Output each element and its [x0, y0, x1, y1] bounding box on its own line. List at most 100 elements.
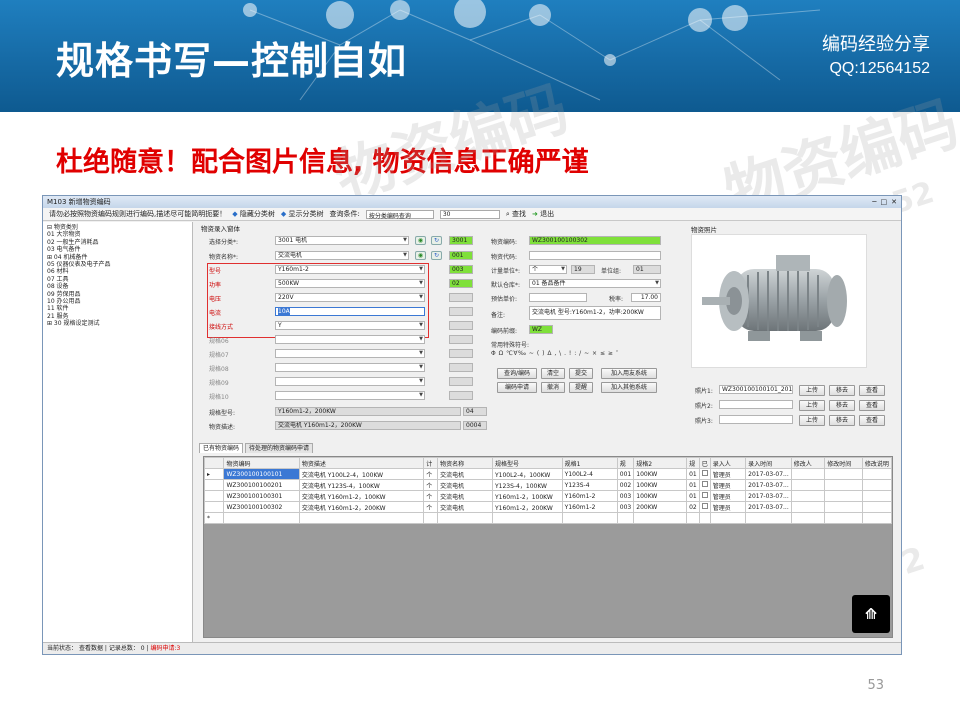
- table-cell[interactable]: 交流电机 Y160m1-2，100KW: [298, 490, 425, 502]
- column-header[interactable]: 规格型号: [491, 457, 563, 469]
- upload-button[interactable]: 上传: [799, 415, 825, 426]
- table-cell[interactable]: [223, 512, 300, 524]
- remove-button[interactable]: 移去: [829, 400, 855, 411]
- show-tree-button[interactable]: ◆ 显示分类树: [281, 209, 324, 219]
- table-cell[interactable]: [824, 490, 863, 502]
- tree-node[interactable]: 08 设备: [47, 283, 188, 290]
- column-header[interactable]: 规: [616, 457, 635, 469]
- table-cell[interactable]: 交流电机: [437, 468, 493, 480]
- table-cell[interactable]: 100KW: [633, 479, 688, 491]
- row-checkbox[interactable]: [698, 490, 711, 502]
- table-cell[interactable]: 管理员: [709, 468, 747, 480]
- column-header[interactable]: 规格2: [633, 457, 688, 469]
- minimize-icon[interactable]: ─: [872, 198, 876, 206]
- table-cell[interactable]: [423, 512, 439, 524]
- maximize-icon[interactable]: □: [881, 198, 888, 206]
- view-button[interactable]: 查看: [859, 415, 885, 426]
- spec-select[interactable]: 220V ▼: [275, 293, 425, 302]
- table-cell[interactable]: 100KW: [633, 490, 688, 502]
- table-cell[interactable]: [861, 512, 892, 524]
- material-name-select[interactable]: 交流电机 ▼: [275, 251, 409, 260]
- column-header[interactable]: 修改说明: [861, 457, 892, 469]
- column-header[interactable]: 规: [686, 457, 700, 469]
- tree-node[interactable]: 06 材料: [47, 268, 188, 275]
- table-cell[interactable]: [790, 512, 826, 524]
- table-cell[interactable]: Y160m1-2: [561, 490, 618, 502]
- row-checkbox[interactable]: [698, 468, 711, 480]
- tree-node[interactable]: 11 软件: [47, 305, 188, 312]
- spec-select[interactable]: 500KW ▼: [275, 279, 425, 288]
- table-cell[interactable]: [790, 479, 826, 491]
- new-row[interactable]: *: [204, 512, 892, 524]
- undo-button[interactable]: 撤消: [541, 382, 565, 393]
- table-cell[interactable]: WZ300100100101: [223, 468, 300, 480]
- row-checkbox[interactable]: [698, 479, 711, 491]
- table-cell[interactable]: [745, 512, 792, 524]
- table-cell[interactable]: 管理员: [709, 490, 747, 502]
- search-icon[interactable]: ◉: [415, 251, 426, 260]
- search-icon[interactable]: ◉: [415, 236, 426, 245]
- table-cell[interactable]: WZ300100100301: [223, 490, 300, 502]
- refresh-icon[interactable]: ↻: [431, 236, 442, 245]
- table-cell[interactable]: 200KW: [633, 501, 688, 513]
- table-cell[interactable]: [861, 490, 892, 502]
- table-cell[interactable]: [790, 490, 826, 502]
- table-cell[interactable]: [861, 501, 892, 513]
- photo-slot-input[interactable]: [719, 415, 793, 424]
- remark-input[interactable]: 交流电机 型号:Y160m1-2，功率:200KW: [529, 306, 661, 320]
- table-cell[interactable]: 交流电机 Y123S-4，100KW: [298, 479, 425, 491]
- table-cell[interactable]: 003: [616, 490, 635, 502]
- table-cell[interactable]: Y123S-4: [561, 479, 618, 491]
- table-cell[interactable]: WZ300100100201: [223, 479, 300, 491]
- column-header[interactable]: 已: [698, 457, 711, 469]
- table-row[interactable]: WZ300100100301 交流电机 Y160m1-2，100KW 个交流电机 Y1…: [204, 490, 892, 502]
- table-cell[interactable]: [861, 479, 892, 491]
- table-cell[interactable]: 02: [686, 501, 700, 513]
- table-cell[interactable]: 管理员: [709, 479, 747, 491]
- table-cell[interactable]: [561, 512, 618, 524]
- photo-slot-input[interactable]: [719, 400, 793, 409]
- table-row[interactable]: WZ300100100201 交流电机 Y123S-4，100KW 个交流电机 Y12…: [204, 479, 892, 491]
- table-cell[interactable]: 2017-03-07...: [745, 501, 792, 513]
- tree-node[interactable]: 01 大宗物资: [47, 231, 188, 238]
- table-cell[interactable]: 个: [423, 501, 439, 513]
- table-cell[interactable]: 01: [686, 490, 700, 502]
- table-cell[interactable]: 100KW: [633, 468, 688, 480]
- table-cell[interactable]: 个: [423, 468, 439, 480]
- table-cell[interactable]: [824, 512, 863, 524]
- column-header[interactable]: 录入人: [709, 457, 747, 469]
- view-button[interactable]: 查看: [859, 385, 885, 396]
- table-cell[interactable]: Y100L2-4，100KW: [491, 468, 563, 480]
- remove-button[interactable]: 移去: [829, 415, 855, 426]
- column-header[interactable]: 修改时间: [824, 457, 863, 469]
- table-cell[interactable]: [437, 512, 493, 524]
- table-cell[interactable]: [616, 512, 635, 524]
- table-cell[interactable]: 2017-03-07...: [745, 479, 792, 491]
- upload-button[interactable]: 上传: [799, 385, 825, 396]
- hide-tree-button[interactable]: ◆ 隐藏分类树: [232, 209, 275, 219]
- table-cell[interactable]: 001: [616, 468, 635, 480]
- column-header[interactable]: 计: [423, 457, 439, 469]
- table-cell[interactable]: [824, 501, 863, 513]
- clear-button[interactable]: 清空: [541, 368, 565, 379]
- spec-select[interactable]: ▼: [275, 349, 425, 358]
- table-cell[interactable]: [824, 479, 863, 491]
- tax-input[interactable]: 17.00: [631, 293, 661, 302]
- table-cell[interactable]: WZ300100100302: [223, 501, 300, 513]
- warehouse-select[interactable]: 01 备品备件 ▼: [529, 279, 661, 288]
- column-header[interactable]: 修改人: [790, 457, 826, 469]
- tree-node[interactable]: 09 劳保用品: [47, 291, 188, 298]
- table-cell[interactable]: 交流电机: [437, 501, 493, 513]
- spec-select[interactable]: ▼: [275, 377, 425, 386]
- table-cell[interactable]: Y160m1-2，200KW: [491, 501, 563, 513]
- table-cell[interactable]: 003: [616, 501, 635, 513]
- view-button[interactable]: 查看: [859, 400, 885, 411]
- column-header[interactable]: 录入时间: [745, 457, 792, 469]
- remove-button[interactable]: 移去: [829, 385, 855, 396]
- column-header[interactable]: 规格1: [561, 457, 618, 469]
- table-cell[interactable]: [709, 512, 747, 524]
- submit-button[interactable]: 提交: [569, 368, 593, 379]
- table-cell[interactable]: [790, 501, 826, 513]
- price-input[interactable]: [529, 293, 587, 302]
- column-header[interactable]: 物资名称: [437, 457, 493, 469]
